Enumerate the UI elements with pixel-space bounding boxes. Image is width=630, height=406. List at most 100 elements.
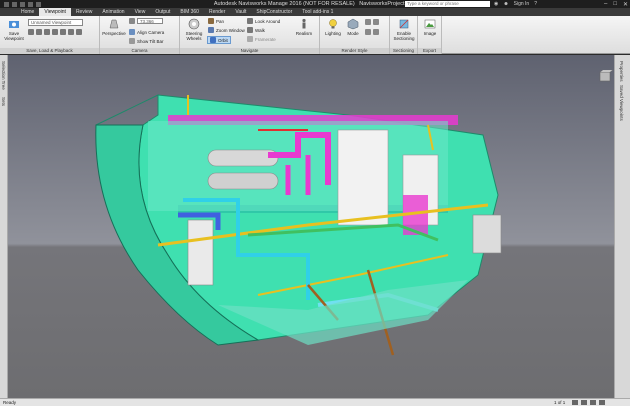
- pan-label: Pan: [216, 18, 225, 24]
- stop-icon[interactable]: [52, 29, 58, 35]
- save-icon[interactable]: [20, 1, 25, 7]
- viewpoint-combo[interactable]: [28, 19, 83, 26]
- tab-view[interactable]: View: [130, 8, 151, 16]
- walk-icon: [247, 27, 253, 33]
- close-icon[interactable]: ✕: [623, 1, 628, 8]
- lighting-button[interactable]: Lighting: [323, 18, 343, 36]
- last-frame-icon[interactable]: [76, 29, 82, 35]
- tab-shipconstructor[interactable]: ShipConstructor: [251, 8, 297, 16]
- panel-label-navigate: Navigate: [180, 48, 319, 54]
- mode-button[interactable]: Mode: [344, 18, 362, 36]
- radiator: [472, 214, 502, 254]
- viewcube-icon[interactable]: [596, 70, 614, 84]
- performance-icon[interactable]: [581, 400, 587, 405]
- status-text: Ready: [3, 400, 17, 405]
- enable-sectioning-button[interactable]: Enable Sectioning: [391, 18, 417, 41]
- undo-icon[interactable]: [28, 1, 33, 7]
- maximize-icon[interactable]: □: [613, 1, 617, 7]
- panel-label-render-style: Render Style: [320, 48, 389, 54]
- orbit-label: Orbit: [218, 37, 228, 43]
- next-icon[interactable]: [68, 29, 74, 35]
- image-icon: [424, 19, 436, 29]
- memory-icon[interactable]: [590, 400, 596, 405]
- tab-sets[interactable]: Sets: [1, 97, 6, 106]
- fov-input[interactable]: [137, 18, 163, 24]
- first-frame-icon[interactable]: [28, 29, 34, 35]
- align-camera-button[interactable]: Align Camera: [129, 29, 164, 35]
- minimize-icon[interactable]: –: [604, 1, 607, 7]
- orbit-icon: [210, 37, 216, 43]
- perspective-icon: [109, 19, 119, 29]
- steering-wheels-button[interactable]: Steering Wheels: [183, 18, 205, 41]
- look-around-button[interactable]: Look Around: [247, 18, 280, 24]
- app-title: Autodesk Navisworks Manage 2016 (NOT FOR…: [213, 1, 355, 7]
- tab-vault[interactable]: Vault: [230, 8, 251, 16]
- panel-label-sectioning: Sectioning: [390, 48, 417, 54]
- disk-icon[interactable]: [599, 400, 605, 405]
- redo-icon[interactable]: [36, 1, 41, 7]
- tab-animation[interactable]: Animation: [97, 8, 129, 16]
- pan-button[interactable]: Pan: [208, 18, 224, 24]
- realism-button[interactable]: Realism: [292, 18, 316, 36]
- title-tools: ◉ ☻ Sign In ?: [494, 0, 537, 8]
- play-back-icon[interactable]: [44, 29, 50, 35]
- tab-render[interactable]: Render: [204, 8, 230, 16]
- left-dock: Selection Tree Sets: [0, 55, 8, 398]
- panel-label-export: Export: [418, 48, 441, 54]
- save-viewpoint-label: Save Viewpoint: [4, 31, 24, 41]
- binoculars-icon[interactable]: ◉: [494, 1, 498, 7]
- search-input[interactable]: [405, 1, 490, 7]
- play-icon[interactable]: [60, 29, 66, 35]
- user-icon[interactable]: ☻: [503, 1, 508, 7]
- 3d-viewport[interactable]: [8, 55, 614, 398]
- previous-icon[interactable]: [36, 29, 42, 35]
- walk-button[interactable]: Walk: [247, 27, 265, 33]
- steering-wheel-icon: [188, 18, 200, 30]
- tab-output[interactable]: Output: [150, 8, 175, 16]
- perspective-button[interactable]: Perspective: [102, 18, 126, 36]
- render-toggles-2: [365, 29, 379, 35]
- look-around-label: Look Around: [255, 18, 281, 24]
- person-icon: [302, 18, 306, 29]
- mode-label: Mode: [347, 31, 359, 36]
- first-page-icon[interactable]: [572, 400, 578, 405]
- tab-bim360[interactable]: BIM 360: [175, 8, 204, 16]
- tab-saved-viewpoints[interactable]: Saved Viewpoints: [619, 85, 624, 121]
- tilt-bar-icon: [129, 38, 135, 44]
- align-camera-icon: [129, 29, 135, 35]
- app-menu-icon[interactable]: [4, 1, 9, 7]
- camera-save-icon: [9, 21, 19, 28]
- lighting-icon: [329, 19, 337, 29]
- lines-icon[interactable]: [373, 19, 379, 25]
- title-bar: Autodesk Navisworks Manage 2016 (NOT FOR…: [0, 0, 630, 8]
- tab-selection-tree[interactable]: Selection Tree: [1, 61, 6, 90]
- show-tilt-bar-button[interactable]: Show Tilt Bar: [129, 38, 164, 44]
- ship-model-scene: [95, 94, 502, 356]
- help-icon[interactable]: ?: [534, 1, 537, 7]
- status-icons: [572, 400, 605, 405]
- walk-label: Walk: [255, 27, 265, 33]
- orbit-button[interactable]: Orbit: [207, 36, 231, 44]
- framerate-label: Framerate: [255, 36, 276, 42]
- framerate-button[interactable]: Framerate: [247, 36, 276, 42]
- save-viewpoint-button[interactable]: Save Viewpoint: [3, 18, 25, 41]
- tab-viewpoint[interactable]: Viewpoint: [39, 8, 71, 16]
- panel-export: Image Export: [418, 16, 442, 54]
- text-icon[interactable]: [373, 29, 379, 35]
- zoom-window-button[interactable]: Zoom Window: [208, 27, 245, 33]
- tab-tool-addins[interactable]: Tool add-ins 1: [297, 8, 338, 16]
- points-icon[interactable]: [365, 29, 371, 35]
- export-image-button[interactable]: Image: [419, 18, 441, 36]
- tab-home[interactable]: Home: [16, 8, 39, 16]
- sectioning-icon: [399, 19, 409, 29]
- surfaces-icon[interactable]: [365, 19, 371, 25]
- tab-review[interactable]: Review: [71, 8, 97, 16]
- open-icon[interactable]: [12, 1, 17, 7]
- tab-properties[interactable]: Properties: [619, 61, 624, 82]
- sign-in-link[interactable]: Sign In: [514, 1, 530, 7]
- zoom-window-icon: [208, 27, 214, 33]
- perspective-label: Perspective: [102, 31, 126, 36]
- steering-wheels-label: Steering Wheels: [185, 31, 203, 41]
- panel-navigate: Steering Wheels Pan Zoom Window Orbit Lo…: [180, 16, 320, 54]
- ribbon-tabs: Home Viewpoint Review Animation View Out…: [0, 8, 630, 16]
